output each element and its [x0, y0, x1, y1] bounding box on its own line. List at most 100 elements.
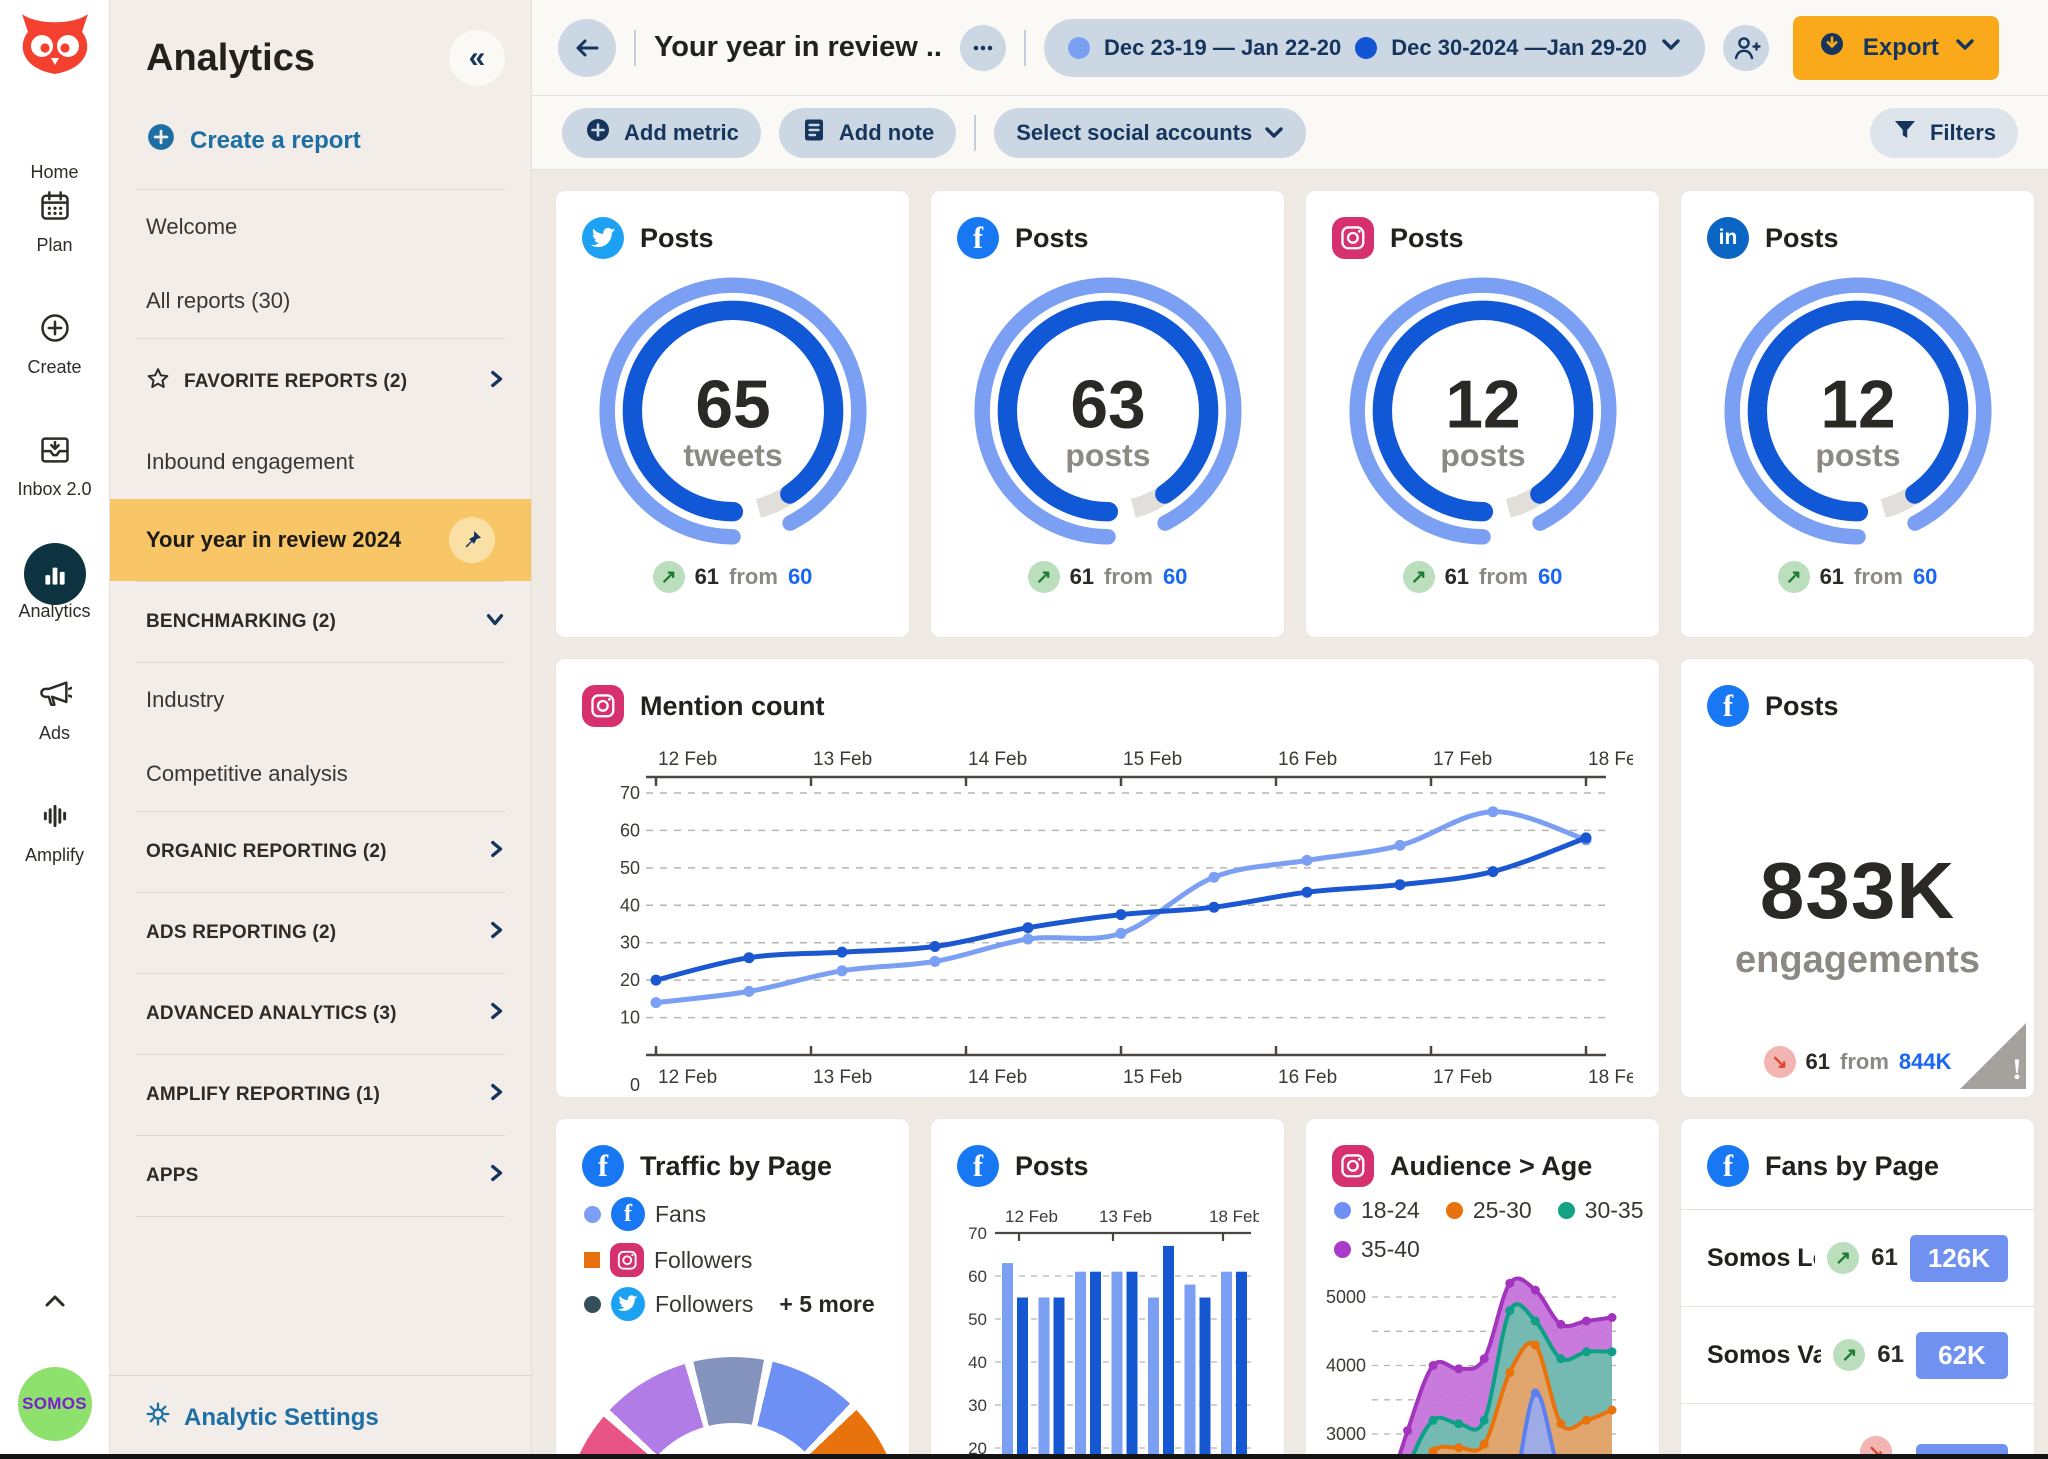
legend-item[interactable]: 30-35	[1558, 1197, 1644, 1224]
facebook-icon: f	[957, 1145, 999, 1187]
sidebar-item-your-year-in-review-2024[interactable]: Your year in review 2024	[110, 499, 531, 581]
legend-item[interactable]: fFans	[584, 1197, 706, 1231]
svg-text:posts: posts	[1815, 437, 1900, 473]
twitter-posts-gauge-card: Posts 65 tweets ↗61from60	[555, 190, 910, 638]
sidebar-section-label: ORGANIC REPORTING (2)	[146, 841, 387, 863]
delta-from-value[interactable]: 844K	[1899, 1049, 1952, 1075]
date-range-selector[interactable]: Dec 23-19 — Jan 22-20Dec 30-2024 —Jan 29…	[1044, 19, 1705, 77]
calendar-icon	[38, 189, 72, 228]
warning-icon: !	[2012, 1053, 2022, 1087]
trend-down-icon: ↘	[1764, 1046, 1796, 1078]
add-note-button[interactable]: Add note	[779, 108, 956, 158]
sidebar-item-industry[interactable]: Industry	[110, 663, 531, 737]
rail-item-inbox-2-0[interactable]: Inbox 2.0	[17, 427, 91, 549]
svg-text:16 Feb: 16 Feb	[1278, 749, 1337, 770]
filters-button[interactable]: Filters	[1870, 108, 2018, 158]
export-button[interactable]: Export	[1793, 16, 1999, 80]
rail-item-plan[interactable]: Plan	[17, 183, 91, 305]
engagements-value: 833K	[1681, 845, 2034, 937]
star-icon	[146, 367, 170, 397]
fans-count-badge: 126K	[1910, 1235, 2008, 1282]
legend-item[interactable]: Followers	[584, 1243, 752, 1277]
add-metric-button[interactable]: Add metric	[562, 108, 761, 158]
rail-item-amplify[interactable]: Amplify	[17, 793, 91, 915]
gauge-chart: 12 posts	[1327, 261, 1639, 561]
card-title: Fans by Page	[1765, 1151, 1939, 1182]
pin-icon[interactable]	[449, 517, 495, 563]
avatar[interactable]: SOMOS	[18, 1367, 92, 1441]
delta-from-value[interactable]: 60	[1163, 564, 1187, 590]
rail-item-label: Amplify	[25, 845, 84, 866]
svg-text:18 Feb: 18 Feb	[1588, 1067, 1633, 1088]
delta-from-label: from	[1840, 1049, 1889, 1075]
add-note-label: Add note	[839, 120, 934, 146]
sidebar-section-apps[interactable]: APPS	[110, 1136, 531, 1216]
facebook-posts-bar-card: f Posts 70605040302012 Feb13 Feb18 Feb	[930, 1118, 1285, 1459]
svg-text:18 Feb: 18 Feb	[1209, 1207, 1259, 1226]
sidebar-section-advanced-analytics-3-[interactable]: ADVANCED ANALYTICS (3)	[110, 974, 531, 1054]
fans-table-row[interactable]: ↘	[1681, 1404, 2034, 1459]
report-canvas: Posts 65 tweets ↗61from60 f Posts	[532, 170, 2048, 1459]
svg-text:12 Feb: 12 Feb	[658, 749, 717, 770]
select-social-accounts-dropdown[interactable]: Select social accounts	[994, 108, 1306, 158]
delta-from-value[interactable]: 60	[1538, 564, 1562, 590]
mention-count-line-chart: 70605040302010012 Feb12 Feb13 Feb13 Feb1…	[556, 737, 1659, 1097]
rail-item-ads[interactable]: Ads	[17, 671, 91, 793]
card-title: Posts	[640, 223, 714, 254]
sidebar-item-welcome[interactable]: Welcome	[110, 190, 531, 264]
delta-from-label: from	[1479, 564, 1528, 590]
trend-up-icon: ↗	[1827, 1242, 1859, 1274]
sidebar-section-benchmarking-2-[interactable]: BENCHMARKING (2)	[110, 582, 531, 662]
analytics-icon	[24, 543, 86, 605]
fans-count-badge: 62K	[1916, 1332, 2008, 1379]
trend-up-icon: ↗	[653, 561, 685, 593]
create-report-label: Create a report	[190, 127, 361, 155]
fans-table-row[interactable]: Somos London↗61126K	[1681, 1210, 2034, 1306]
facebook-icon: f	[1707, 1145, 1749, 1187]
rail-item-home[interactable]: Home	[17, 91, 91, 183]
legend-label: 18-24	[1361, 1197, 1420, 1224]
delta-from-label: from	[1854, 564, 1903, 590]
facebook-icon: f	[582, 1145, 624, 1187]
create-report-button[interactable]: Create a report	[110, 96, 531, 189]
share-user-add-button[interactable]	[1723, 25, 1769, 71]
legend-item[interactable]: 18-24	[1334, 1197, 1420, 1224]
sidebar-item-label: Inbound engagement	[146, 449, 354, 475]
legend-item[interactable]: 25-30	[1446, 1197, 1532, 1224]
sidebar-section-label: AMPLIFY REPORTING (1)	[146, 1084, 380, 1106]
sidebar-section-favorite-reports-2-[interactable]: FAVORITE REPORTS (2)	[110, 339, 531, 425]
delta-value: 61	[1820, 564, 1844, 590]
svg-text:13 Feb: 13 Feb	[1099, 1207, 1152, 1226]
sidebar-item-all-reports-30-[interactable]: All reports (30)	[110, 264, 531, 338]
instagram-icon	[1332, 1145, 1374, 1187]
rail-collapse-chevron-up-icon[interactable]	[40, 1286, 70, 1321]
svg-text:12: 12	[1445, 367, 1520, 442]
card-title: Audience > Age	[1390, 1151, 1592, 1182]
megaphone-icon	[38, 677, 72, 716]
date-range-label: Dec 30-2024 —Jan 29-20	[1391, 35, 1647, 61]
back-button[interactable]	[558, 19, 616, 77]
sidebar-section-organic-reporting-2-[interactable]: ORGANIC REPORTING (2)	[110, 812, 531, 892]
card-title: Posts	[1390, 223, 1464, 254]
add-metric-label: Add metric	[624, 120, 739, 146]
more-options-button[interactable]	[960, 25, 1006, 71]
hootsuite-logo[interactable]	[12, 8, 98, 91]
rail-item-create[interactable]: Create	[17, 305, 91, 427]
rail-item-analytics[interactable]: Analytics	[17, 549, 91, 671]
rail-item-label: Ads	[39, 723, 70, 744]
sidebar-item-competitive-analysis[interactable]: Competitive analysis	[110, 737, 531, 811]
legend-item[interactable]: Followers	[584, 1287, 753, 1321]
delta-from-value[interactable]: 60	[788, 564, 812, 590]
sidebar-section-amplify-reporting-1-[interactable]: AMPLIFY REPORTING (1)	[110, 1055, 531, 1135]
analytic-settings-button[interactable]: Analytic Settings	[110, 1375, 531, 1459]
sidebar-section-ads-reporting-2-[interactable]: ADS REPORTING (2)	[110, 893, 531, 973]
filters-label: Filters	[1930, 120, 1996, 146]
fans-table-row[interactable]: Somos Vancouver↗6162K	[1681, 1307, 2034, 1403]
legend-more-label[interactable]: + 5 more	[779, 1291, 874, 1318]
legend-item[interactable]: 35-40	[1334, 1236, 1420, 1263]
delta-from-value[interactable]: 60	[1913, 564, 1937, 590]
sidebar-item-inbound-engagement[interactable]: Inbound engagement	[110, 425, 531, 499]
svg-text:12 Feb: 12 Feb	[1005, 1207, 1058, 1226]
sidebar-collapse-button[interactable]: «	[449, 30, 505, 86]
plus-circle-icon	[146, 122, 176, 159]
